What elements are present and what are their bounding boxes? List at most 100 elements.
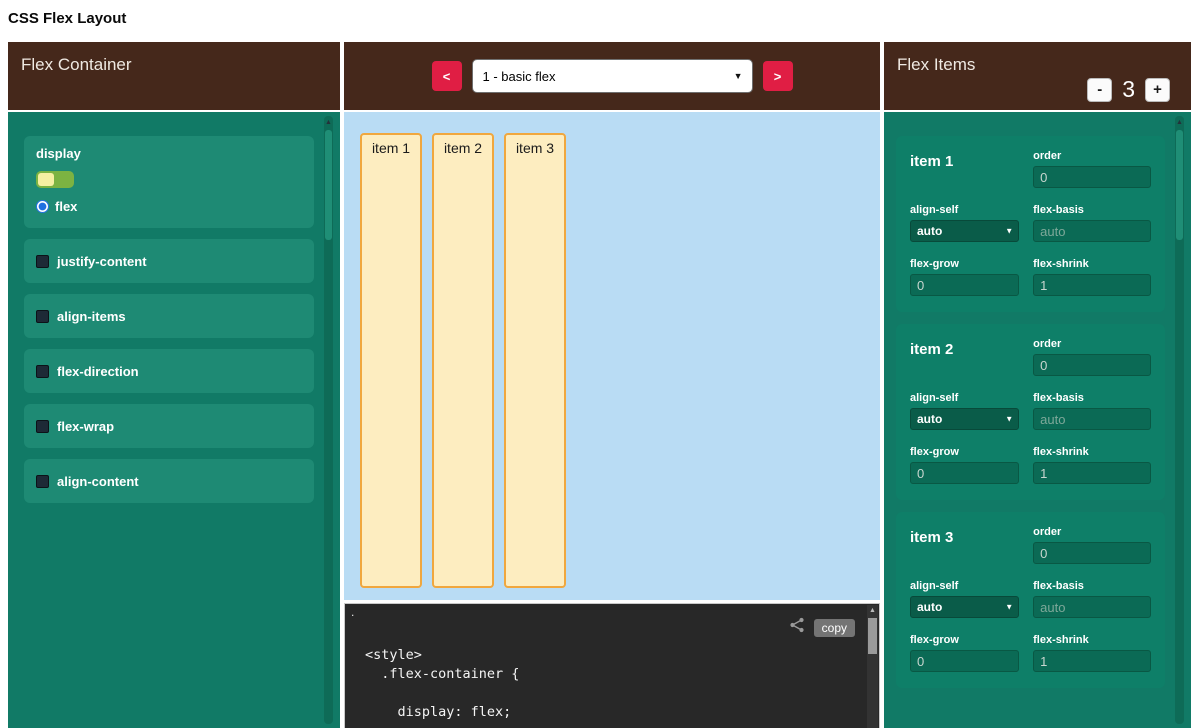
order-label: order — [1033, 338, 1151, 350]
code-scrollbar[interactable]: ▲ — [867, 605, 878, 728]
flex-radio-label: flex — [55, 199, 77, 214]
prev-preset-button[interactable]: < — [432, 61, 462, 91]
demo-item-1: item 1 — [360, 133, 422, 588]
flex-shrink-label: flex-shrink — [1033, 258, 1151, 270]
align-self-label: align-self — [910, 580, 1019, 592]
scroll-up-arrow-icon[interactable]: ▲ — [324, 118, 333, 127]
right-panel-scrollbar[interactable]: ▲ — [1175, 116, 1184, 724]
align-self-select[interactable]: auto — [910, 596, 1019, 618]
flex-shrink-input[interactable] — [1033, 650, 1151, 672]
flex-wrap-checkbox[interactable] — [36, 420, 49, 433]
flex-grow-input[interactable] — [910, 650, 1019, 672]
flex-radio[interactable] — [36, 200, 49, 213]
next-preset-button[interactable]: > — [763, 61, 793, 91]
flex-direction-row[interactable]: flex-direction — [36, 364, 139, 379]
flex-basis-label: flex-basis — [1033, 580, 1151, 592]
flex-shrink-input[interactable] — [1033, 462, 1151, 484]
flex-basis-input[interactable] — [1033, 408, 1151, 430]
code-line: .flex-container { — [365, 665, 857, 684]
flex-items-body: item 1 order align-self auto ▼ flex-basi — [884, 112, 1191, 728]
display-toggle[interactable] — [36, 171, 74, 188]
align-items-label: align-items — [57, 309, 126, 324]
page-title: CSS Flex Layout — [8, 10, 126, 27]
flex-basis-input[interactable] — [1033, 220, 1151, 242]
preset-select[interactable]: 1 - basic flex — [472, 59, 753, 93]
code-scroll-up-arrow-icon[interactable]: ▲ — [867, 606, 878, 616]
item-card-2: item 2 order align-self auto ▼ flex-basi — [896, 324, 1165, 500]
align-items-row[interactable]: align-items — [36, 309, 126, 324]
toggle-knob-icon — [38, 173, 54, 186]
add-item-button[interactable]: + — [1145, 78, 1170, 102]
flex-wrap-row[interactable]: flex-wrap — [36, 419, 114, 434]
align-self-select[interactable]: auto — [910, 408, 1019, 430]
order-label: order — [1033, 526, 1151, 538]
code-scrollbar-thumb[interactable] — [868, 618, 877, 654]
flex-basis-input[interactable] — [1033, 596, 1151, 618]
share-icon[interactable] — [789, 617, 805, 638]
align-content-checkbox[interactable] — [36, 475, 49, 488]
align-self-label: align-self — [910, 392, 1019, 404]
align-content-label: align-content — [57, 474, 139, 489]
align-self-select[interactable]: auto — [910, 220, 1019, 242]
flex-items-header: Flex Items - 3 + — [884, 42, 1191, 110]
demo-item-2: item 2 — [432, 133, 494, 588]
flex-items-panel: Flex Items - 3 + item 1 order align-self… — [884, 42, 1191, 728]
code-line: display: flex; — [365, 703, 857, 722]
item-card-1: item 1 order align-self auto ▼ flex-basi — [896, 136, 1165, 312]
justify-content-section: justify-content — [24, 239, 314, 283]
flex-shrink-label: flex-shrink — [1033, 446, 1151, 458]
scroll-up-arrow-icon[interactable]: ▲ — [1175, 118, 1184, 127]
code-block: <style> .flex-container { display: flex; — [365, 646, 857, 722]
remove-item-button[interactable]: - — [1087, 78, 1112, 102]
flex-wrap-section: flex-wrap — [24, 404, 314, 448]
flex-container-title: Flex Container — [21, 55, 132, 75]
copy-button[interactable]: copy — [814, 619, 855, 637]
item-card-title: item 1 — [910, 153, 953, 170]
demo-item-3: item 3 — [504, 133, 566, 588]
item-card-3: item 3 order align-self auto ▼ flex-basi — [896, 512, 1165, 688]
flex-basis-label: flex-basis — [1033, 204, 1151, 216]
item-card-title: item 2 — [910, 341, 953, 358]
flex-grow-label: flex-grow — [910, 446, 1019, 458]
flex-items-title: Flex Items — [897, 55, 975, 75]
flex-direction-checkbox[interactable] — [36, 365, 49, 378]
flex-container-panel: Flex Container display flex justify-cont… — [8, 42, 340, 728]
item-card-title: item 3 — [910, 529, 953, 546]
preset-select-wrap: 1 - basic flex ▼ — [472, 59, 753, 93]
code-toolbar: copy — [789, 617, 855, 638]
justify-content-label: justify-content — [57, 254, 147, 269]
flex-container-body: display flex justify-content align-items — [8, 112, 340, 728]
flex-grow-label: flex-grow — [910, 258, 1019, 270]
preset-bar: < 1 - basic flex ▼ > — [344, 42, 880, 110]
order-input[interactable] — [1033, 354, 1151, 376]
justify-content-checkbox[interactable] — [36, 255, 49, 268]
right-scrollbar-thumb[interactable] — [1176, 130, 1183, 240]
flex-shrink-input[interactable] — [1033, 274, 1151, 296]
flex-grow-input[interactable] — [910, 274, 1019, 296]
flex-shrink-label: flex-shrink — [1033, 634, 1151, 646]
flex-demo-area: item 1 item 2 item 3 — [344, 112, 880, 600]
align-content-section: align-content — [24, 459, 314, 503]
order-input[interactable] — [1033, 166, 1151, 188]
flex-radio-row[interactable]: flex — [36, 199, 302, 214]
flex-direction-label: flex-direction — [57, 364, 139, 379]
left-panel-scrollbar[interactable]: ▲ — [324, 116, 333, 724]
flex-wrap-label: flex-wrap — [57, 419, 114, 434]
code-line — [365, 684, 857, 703]
display-section: display flex — [24, 136, 314, 228]
code-bullet: . — [351, 605, 354, 619]
align-content-row[interactable]: align-content — [36, 474, 139, 489]
align-items-section: align-items — [24, 294, 314, 338]
flex-direction-section: flex-direction — [24, 349, 314, 393]
flex-grow-label: flex-grow — [910, 634, 1019, 646]
left-scrollbar-thumb[interactable] — [325, 130, 332, 240]
justify-content-row[interactable]: justify-content — [36, 254, 147, 269]
code-panel: . copy <style> .flex-container { display… — [344, 603, 880, 728]
item-count-controls: - 3 + — [1087, 76, 1170, 103]
align-items-checkbox[interactable] — [36, 310, 49, 323]
order-input[interactable] — [1033, 542, 1151, 564]
item-count: 3 — [1122, 76, 1135, 103]
flex-demo-column: < 1 - basic flex ▼ > item 1 item 2 item … — [344, 42, 880, 728]
flex-grow-input[interactable] — [910, 462, 1019, 484]
order-label: order — [1033, 150, 1151, 162]
